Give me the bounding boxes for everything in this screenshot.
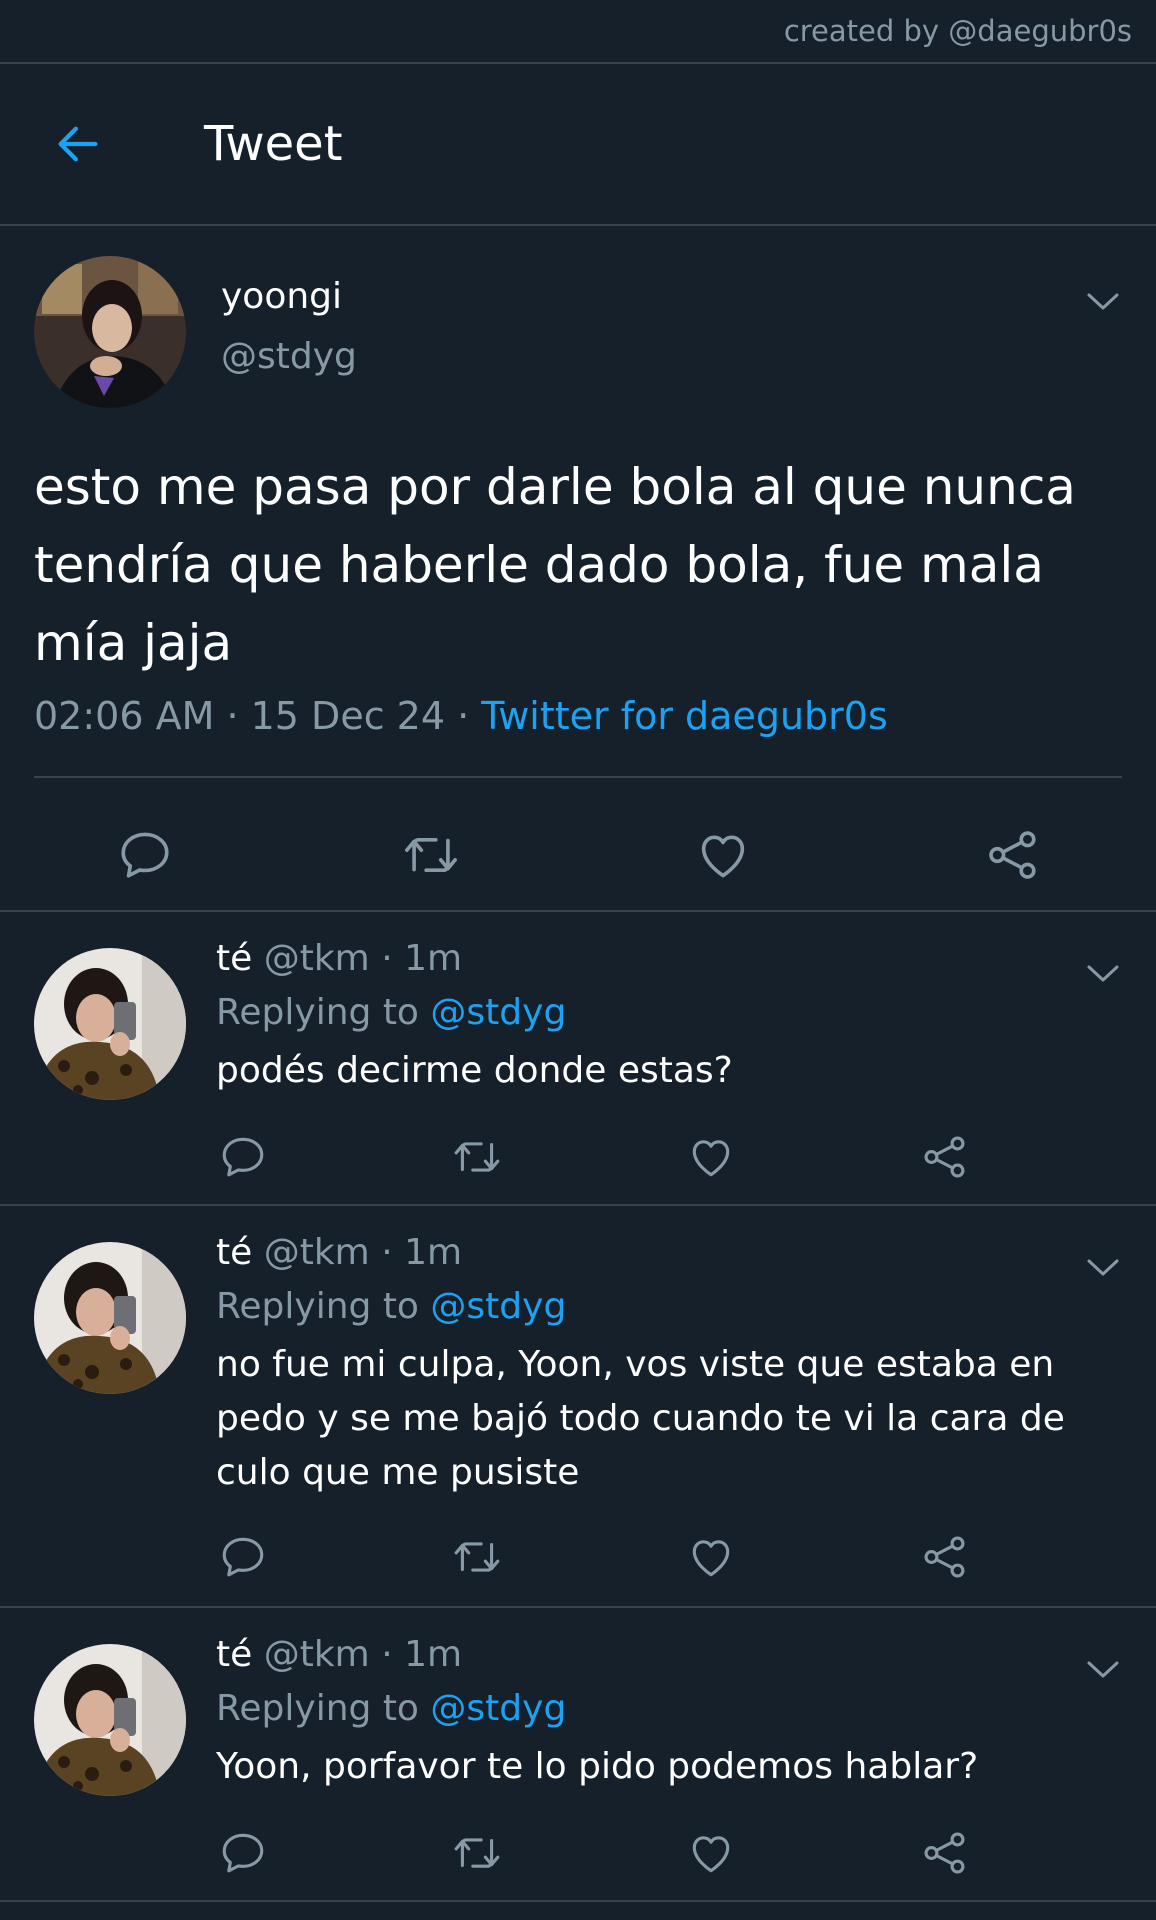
reply-icon xyxy=(218,1828,268,1878)
replying-label: Replying to xyxy=(216,992,419,1033)
share-icon xyxy=(920,1532,970,1582)
meta-separator: · xyxy=(214,694,251,738)
reply-header: té @tkm · 1m xyxy=(216,1232,462,1273)
tweet-source-link[interactable]: Twitter for daegubr0s xyxy=(481,694,887,738)
avatar[interactable] xyxy=(34,948,186,1100)
tweet-time: 02:06 AM xyxy=(34,694,215,738)
like-icon xyxy=(686,1828,736,1878)
user-handle[interactable]: @stdyg xyxy=(221,336,357,377)
reply-button[interactable] xyxy=(218,1828,268,1878)
chevron-down-icon xyxy=(1086,1660,1120,1680)
credit-bar: created by @daegubr0s xyxy=(0,0,1156,64)
chevron-down-icon xyxy=(1086,964,1120,984)
display-name[interactable]: té xyxy=(216,938,252,979)
reply-icon xyxy=(116,826,174,884)
main-tweet: yoongi @stdyg esto me pasa por darle bol… xyxy=(0,226,1156,912)
divider xyxy=(34,776,1122,778)
display-name[interactable]: té xyxy=(216,1634,252,1675)
share-button[interactable] xyxy=(920,1132,970,1182)
meta-separator: · xyxy=(445,694,482,738)
tweet-options-button[interactable] xyxy=(1086,964,1120,984)
share-icon xyxy=(984,826,1042,884)
avatar[interactable] xyxy=(34,1242,186,1394)
reply-time: 1m xyxy=(404,1634,463,1675)
arrow-left-icon xyxy=(58,126,98,162)
replying-label: Replying to xyxy=(216,1688,419,1729)
top-app-bar: Tweet xyxy=(0,64,1156,226)
user-handle[interactable]: @tkm xyxy=(264,1232,370,1273)
reply-button[interactable] xyxy=(116,826,174,884)
retweet-button[interactable] xyxy=(402,826,460,884)
meta-dot: · xyxy=(381,1232,393,1273)
share-icon xyxy=(920,1828,970,1878)
reply-header: té @tkm · 1m xyxy=(216,1634,462,1675)
share-button[interactable] xyxy=(984,826,1042,884)
tweet-date: 15 Dec 24 xyxy=(250,694,446,738)
retweet-button[interactable] xyxy=(452,1828,502,1878)
chevron-down-icon xyxy=(1086,292,1120,312)
retweet-icon xyxy=(452,1828,502,1878)
replying-to: Replying to @stdyg xyxy=(216,1286,566,1327)
reply-time: 1m xyxy=(404,938,463,979)
avatar[interactable] xyxy=(34,256,186,408)
meta-dot: · xyxy=(381,1634,393,1675)
tweet-options-button[interactable] xyxy=(1086,292,1120,312)
share-button[interactable] xyxy=(920,1532,970,1582)
retweet-icon xyxy=(452,1132,502,1182)
reply-text: podés decirme donde estas? xyxy=(216,1050,733,1091)
reply-icon xyxy=(218,1532,268,1582)
reply-time: 1m xyxy=(404,1232,463,1273)
user-handle[interactable]: @tkm xyxy=(264,1634,370,1675)
like-icon xyxy=(686,1532,736,1582)
like-button[interactable] xyxy=(694,826,752,884)
retweet-icon xyxy=(452,1532,502,1582)
replying-to: Replying to @stdyg xyxy=(216,992,566,1033)
replying-handle-link[interactable]: @stdyg xyxy=(430,1286,566,1327)
reply-button[interactable] xyxy=(218,1532,268,1582)
page-title: Tweet xyxy=(204,116,343,172)
replying-handle-link[interactable]: @stdyg xyxy=(430,992,566,1033)
like-icon xyxy=(686,1132,736,1182)
back-button[interactable] xyxy=(52,118,104,170)
like-button[interactable] xyxy=(686,1132,736,1182)
reply-button[interactable] xyxy=(218,1132,268,1182)
reply-tweet[interactable]: té @tkm · 1m Replying to @stdyg Yoon, po… xyxy=(0,1608,1156,1902)
tweet-options-button[interactable] xyxy=(1086,1660,1120,1680)
tweet-options-button[interactable] xyxy=(1086,1258,1120,1278)
meta-dot: · xyxy=(381,938,393,979)
display-name[interactable]: té xyxy=(216,1232,252,1273)
retweet-icon xyxy=(402,826,460,884)
retweet-button[interactable] xyxy=(452,1132,502,1182)
reply-icon xyxy=(218,1132,268,1182)
retweet-button[interactable] xyxy=(452,1532,502,1582)
user-handle[interactable]: @tkm xyxy=(264,938,370,979)
like-icon xyxy=(694,826,752,884)
replying-to: Replying to @stdyg xyxy=(216,1688,566,1729)
reply-text: Yoon, porfavor te lo pido podemos hablar… xyxy=(216,1746,979,1787)
reply-tweet[interactable]: té @tkm · 1m Replying to @stdyg no fue m… xyxy=(0,1206,1156,1608)
reply-text: no fue mi culpa, Yoon, vos viste que est… xyxy=(216,1344,1065,1493)
tweet-text: esto me pasa por darle bola al que nunca… xyxy=(34,458,1076,672)
reply-tweet[interactable]: té @tkm · 1m Replying to @stdyg podés de… xyxy=(0,912,1156,1206)
share-icon xyxy=(920,1132,970,1182)
share-button[interactable] xyxy=(920,1828,970,1878)
creator-credit: created by @daegubr0s xyxy=(783,14,1132,48)
like-button[interactable] xyxy=(686,1532,736,1582)
tweet-meta: 02:06 AM · 15 Dec 24 · Twitter for daegu… xyxy=(34,694,888,738)
avatar[interactable] xyxy=(34,1644,186,1796)
reply-header: té @tkm · 1m xyxy=(216,938,462,979)
chevron-down-icon xyxy=(1086,1258,1120,1278)
replying-label: Replying to xyxy=(216,1286,419,1327)
replying-handle-link[interactable]: @stdyg xyxy=(430,1688,566,1729)
like-button[interactable] xyxy=(686,1828,736,1878)
display-name[interactable]: yoongi xyxy=(221,276,342,317)
